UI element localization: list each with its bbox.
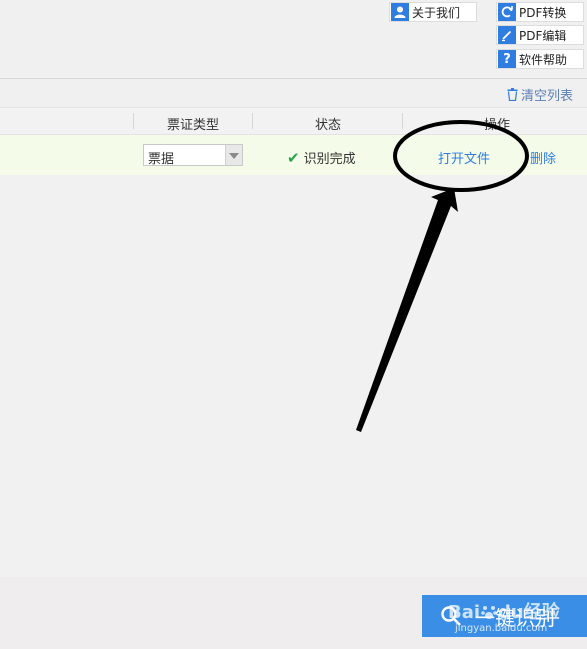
clear-list-label: 清空列表	[520, 89, 573, 104]
help-label: 软件帮助	[519, 52, 568, 67]
user-icon	[391, 3, 409, 21]
column-header-action: 操作	[483, 118, 510, 133]
question-icon: ?	[498, 50, 516, 68]
about-label: 关于我们	[412, 5, 461, 20]
column-divider	[133, 113, 134, 129]
chevron-down-icon[interactable]	[225, 145, 242, 165]
ticket-type-select[interactable]: 票据	[143, 144, 243, 167]
pdf-convert-label: PDF转换	[519, 5, 567, 20]
refresh-icon	[498, 3, 516, 21]
column-divider	[252, 113, 253, 129]
pdf-edit-button[interactable]: PDF编辑	[496, 25, 584, 45]
checkmark-icon: ✔	[287, 148, 300, 167]
column-divider	[402, 113, 403, 129]
help-button[interactable]: ? 软件帮助	[496, 49, 584, 69]
status-text: 识别完成	[303, 152, 356, 167]
trash-icon	[507, 88, 518, 101]
column-header-status: 状态	[314, 118, 341, 133]
about-button[interactable]: 关于我们	[389, 2, 477, 22]
pdf-convert-button[interactable]: PDF转换	[496, 2, 584, 22]
delete-link[interactable]: 删除	[530, 148, 556, 167]
status-cell: ✔ 识别完成	[287, 148, 356, 168]
table-header: 票证类型 状态 操作	[0, 107, 587, 135]
pdf-edit-label: PDF编辑	[519, 28, 567, 43]
pencil-icon	[498, 26, 516, 44]
clear-list-button[interactable]: 清空列表	[507, 85, 573, 104]
watermark-url: jingyan.baidu.com	[455, 623, 548, 634]
file-list-area	[0, 175, 587, 577]
list-actions-bar: 清空列表	[0, 79, 587, 107]
column-header-type: 票证类型	[166, 118, 219, 133]
top-toolbar: 关于我们 PDF转换 PDF编辑 ? 软件帮助	[0, 0, 587, 78]
open-file-link[interactable]: 打开文件	[438, 148, 490, 167]
ticket-type-value: 票据	[148, 152, 175, 167]
